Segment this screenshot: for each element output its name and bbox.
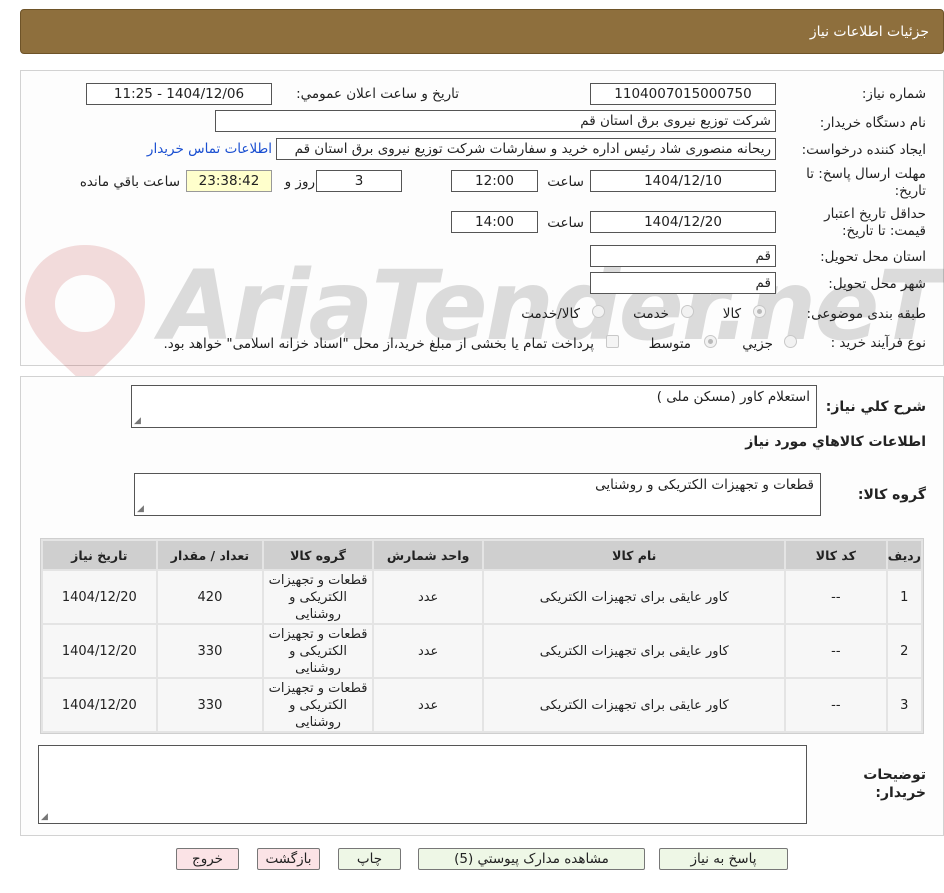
table-row: 3 -- کاور عایقی برای تجهیزات الکتریکی عد…: [43, 679, 921, 731]
exit-button[interactable]: خروج: [176, 848, 239, 870]
cell-row: 1: [887, 571, 921, 623]
col-row: رديف: [887, 541, 921, 569]
process-radio-medium[interactable]: [704, 335, 717, 348]
category-option-goods-service: کالا/خدمت: [521, 306, 580, 322]
view-attachments-button[interactable]: مشاهده مدارک پيوستي (5): [418, 848, 645, 870]
print-button[interactable]: چاپ: [338, 848, 401, 870]
goods-group-label: گروه کالا:: [857, 487, 926, 503]
validity-time-field: 14:00: [451, 211, 538, 233]
city-field: قم: [590, 272, 776, 294]
cell-unit: عدد: [373, 679, 483, 731]
buyer-name-label: نام دستگاه خريدار:: [819, 115, 926, 131]
process-label: نوع فرآيند خريد :: [830, 335, 926, 351]
deadline-label-line2: تاريخ:: [894, 183, 926, 199]
need-number-field: 1104007015000750: [590, 83, 776, 105]
reply-button[interactable]: پاسخ به نياز: [659, 848, 788, 870]
category-option-goods: کالا: [722, 306, 741, 322]
goods-section-title: اطلاعات کالاهاي مورد نياز: [745, 434, 926, 450]
col-code: کد کالا: [786, 541, 886, 569]
buyer-contact-link[interactable]: اطلاعات تماس خریدار: [147, 141, 272, 157]
cell-name: کاور عایقی برای تجهیزات الکتریکی: [484, 625, 785, 677]
table-header-row: رديف کد کالا نام کالا واحد شمارش گروه کا…: [43, 541, 921, 569]
validity-date-field: 1404/12/20: [590, 211, 776, 233]
items-table: رديف کد کالا نام کالا واحد شمارش گروه کا…: [40, 538, 924, 734]
province-label: استان محل تحويل:: [820, 249, 926, 265]
process-option-medium: متوسط: [648, 336, 691, 352]
cell-row: 3: [887, 679, 921, 731]
col-group: گروه کالا: [264, 541, 372, 569]
validity-time-label: ساعت: [547, 215, 584, 231]
cell-date: 1404/12/20: [43, 571, 156, 623]
goods-group-textarea[interactable]: قطعات و تجهیزات الکتریکی و روشنایی ◢: [134, 473, 821, 516]
cell-code: --: [786, 679, 886, 731]
resize-grip-icon[interactable]: ◢: [134, 416, 141, 426]
category-radio-service[interactable]: [681, 305, 694, 318]
remaining-time-label: ساعت باقي مانده: [79, 174, 180, 190]
cell-code: --: [786, 571, 886, 623]
cell-unit: عدد: [373, 625, 483, 677]
requester-field: ریحانه منصوری شاد رئیس اداره خرید و سفار…: [276, 138, 776, 160]
cell-unit: عدد: [373, 571, 483, 623]
summary-label: شرح کلي نياز:: [825, 399, 926, 415]
col-qty: تعداد / مقدار: [157, 541, 263, 569]
resize-grip-icon[interactable]: ◢: [137, 504, 144, 514]
table-row: 2 -- کاور عایقی برای تجهیزات الکتریکی عد…: [43, 625, 921, 677]
province-field: قم: [590, 245, 776, 267]
cell-name: کاور عایقی برای تجهیزات الکتریکی: [484, 679, 785, 731]
days-remaining-field: 3: [316, 170, 402, 192]
city-label: شهر محل تحويل:: [828, 276, 926, 292]
table-row: 1 -- کاور عایقی برای تجهیزات الکتریکی عد…: [43, 571, 921, 623]
buyer-notes-label: توضيحات: [863, 767, 926, 783]
process-radio-minor[interactable]: [784, 335, 797, 348]
remaining-time-field: 23:38:42: [186, 170, 272, 192]
cell-group: قطعات و تجهیزات الکتریکی و روشنایی: [264, 625, 372, 677]
category-radio-goods-service[interactable]: [592, 305, 605, 318]
buyer-notes-label-line2: خريدار:: [875, 785, 926, 801]
deadline-label: مهلت ارسال پاسخ: تا: [806, 166, 926, 182]
deadline-time-label: ساعت: [547, 174, 584, 190]
col-name: نام کالا: [484, 541, 785, 569]
validity-label-line2: قيمت: تا تاريخ:: [842, 223, 926, 239]
cell-date: 1404/12/20: [43, 625, 156, 677]
summary-text: استعلام کاور (مسکن ملی ): [656, 389, 810, 405]
cell-code: --: [786, 625, 886, 677]
cell-name: کاور عایقی برای تجهیزات الکتریکی: [484, 571, 785, 623]
process-option-minor: جزيي: [742, 336, 773, 352]
category-label: طبقه بندی موضوعی:: [806, 306, 926, 322]
goods-group-text: قطعات و تجهیزات الکتریکی و روشنایی: [595, 477, 814, 493]
announce-date-label: تاریخ و ساعت اعلان عمومي:: [296, 86, 459, 102]
page-header: جزئیات اطلاعات نیاز: [20, 9, 944, 54]
deadline-time-field: 12:00: [451, 170, 538, 192]
summary-textarea[interactable]: استعلام کاور (مسکن ملی ) ◢: [131, 385, 817, 428]
col-date: تاريخ نياز: [43, 541, 156, 569]
cell-group: قطعات و تجهیزات الکتریکی و روشنایی: [264, 571, 372, 623]
cell-qty: 330: [157, 679, 263, 731]
resize-grip-icon[interactable]: ◢: [41, 812, 48, 822]
cell-group: قطعات و تجهیزات الکتریکی و روشنایی: [264, 679, 372, 731]
col-unit: واحد شمارش: [373, 541, 483, 569]
validity-label: حداقل تاريخ اعتبار: [824, 206, 926, 222]
category-radio-goods[interactable]: [753, 305, 766, 318]
days-label: روز و: [284, 174, 315, 190]
category-option-service: خدمت: [633, 306, 669, 322]
treasury-payment-note: پرداخت تمام یا بخشی از مبلغ خرید،از محل …: [163, 336, 594, 352]
deadline-date-field: 1404/12/10: [590, 170, 776, 192]
cell-qty: 420: [157, 571, 263, 623]
requester-label: ايجاد کننده درخواست:: [801, 142, 926, 158]
treasury-payment-checkbox[interactable]: [606, 335, 619, 348]
announce-date-field: 1404/12/06 - 11:25: [86, 83, 272, 105]
buyer-name-field: شرکت توزیع نیروی برق استان قم: [215, 110, 776, 132]
cell-qty: 330: [157, 625, 263, 677]
back-button[interactable]: بازگشت: [257, 848, 320, 870]
buyer-notes-textarea[interactable]: ◢: [38, 745, 807, 824]
cell-date: 1404/12/20: [43, 679, 156, 731]
page-title: جزئیات اطلاعات نیاز: [809, 24, 929, 40]
cell-row: 2: [887, 625, 921, 677]
need-number-label: شماره نیاز:: [861, 86, 926, 102]
